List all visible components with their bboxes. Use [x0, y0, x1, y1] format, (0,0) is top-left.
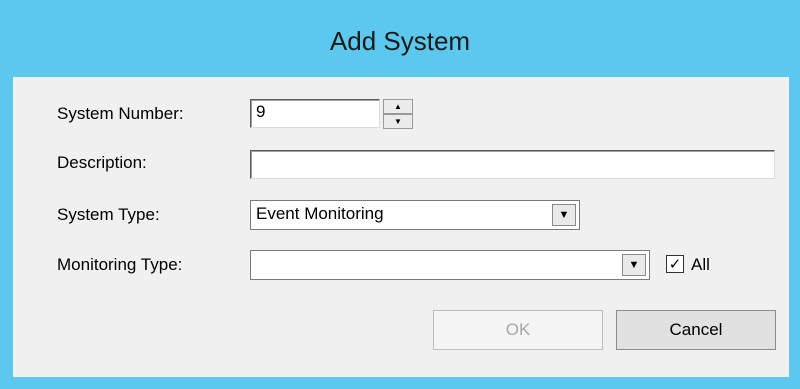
system-number-value: 9 [256, 102, 266, 121]
monitoring-type-label: Monitoring Type: [57, 255, 183, 274]
all-checkbox-label: All [691, 255, 710, 274]
chevron-down-icon[interactable]: ▼ [622, 254, 646, 276]
system-type-label: System Type: [57, 205, 160, 224]
system-number-label: System Number: [57, 104, 184, 123]
description-label: Description: [57, 153, 147, 172]
checkmark-icon: ✓ [668, 255, 682, 273]
chevron-down-icon[interactable]: ▼ [552, 204, 576, 226]
system-type-dropdown[interactable]: Event Monitoring ▼ [250, 200, 580, 230]
dialog-body: System Number: 9 ▲ ▼ Description: System… [13, 77, 789, 377]
system-number-spinner[interactable]: ▲ ▼ [383, 99, 413, 129]
title-bar[interactable]: Add System [0, 0, 800, 77]
description-field[interactable] [250, 150, 775, 179]
cancel-button[interactable]: Cancel [616, 310, 776, 350]
monitoring-type-dropdown[interactable]: ▼ [250, 250, 650, 280]
system-number-input[interactable]: 9 [250, 99, 380, 128]
spin-up-icon[interactable]: ▲ [383, 99, 413, 114]
all-checkbox[interactable]: ✓ [666, 255, 684, 273]
dialog-title: Add System [329, 26, 471, 56]
ok-button[interactable]: OK [433, 310, 603, 350]
add-system-dialog: Add System System Number: 9 ▲ ▼ Descript… [0, 0, 800, 389]
system-type-value: Event Monitoring [256, 204, 384, 223]
spin-down-icon[interactable]: ▼ [383, 114, 413, 129]
